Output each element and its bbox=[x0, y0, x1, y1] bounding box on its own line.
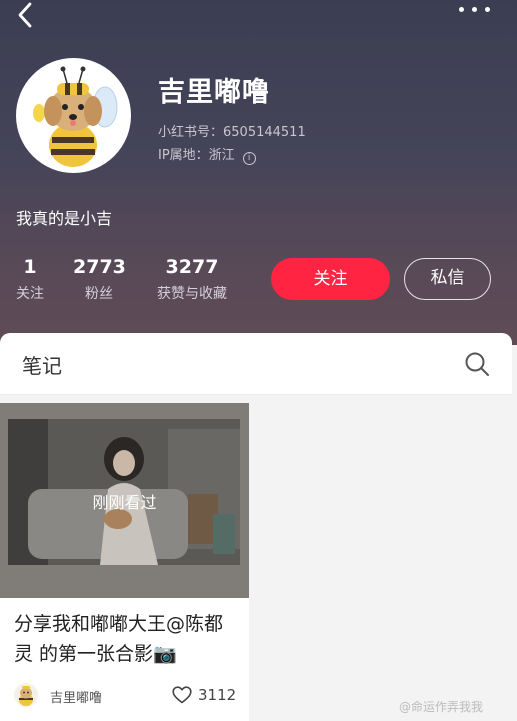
avatar[interactable] bbox=[16, 58, 131, 173]
stat-label: 关注 bbox=[16, 286, 44, 302]
author-name[interactable]: 吉里嘟噜 bbox=[50, 687, 102, 706]
stat-value: 2773 bbox=[73, 256, 126, 278]
info-icon[interactable]: i bbox=[242, 152, 256, 165]
message-button[interactable]: 私信 bbox=[404, 258, 491, 300]
stat-value: 3277 bbox=[165, 256, 219, 278]
tab-notes[interactable]: 笔记 bbox=[22, 350, 62, 379]
note-title[interactable]: 分享我和嘟嘟大王@陈都灵 的第一张合影📷 bbox=[14, 609, 240, 669]
tab-bar: 笔记 bbox=[0, 333, 512, 395]
ip-location: IP属地：浙江 i bbox=[158, 144, 256, 165]
profile-bio: 我真的是小吉 bbox=[16, 209, 113, 228]
profile-name: 吉里嘟噜 bbox=[158, 77, 270, 108]
stat-followers[interactable]: 2773 粉丝 bbox=[73, 256, 126, 303]
stat-value: 1 bbox=[23, 256, 37, 278]
note-cover[interactable]: 刚刚看过 bbox=[0, 403, 249, 598]
stat-likes-collects[interactable]: 3277 获赞与收藏 bbox=[150, 256, 234, 303]
author-avatar[interactable] bbox=[14, 683, 38, 707]
back-icon[interactable] bbox=[14, 2, 38, 28]
stat-label: 获赞与收藏 bbox=[157, 286, 227, 302]
note-footer: 吉里嘟噜 3112 bbox=[0, 679, 249, 715]
avatar-image bbox=[19, 61, 128, 170]
stat-label: 粉丝 bbox=[85, 286, 113, 302]
xhs-id: 小红书号：6505144511 bbox=[158, 125, 306, 140]
like-count: 3112 bbox=[198, 686, 237, 704]
stat-following[interactable]: 1 关注 bbox=[14, 256, 46, 303]
profile-header: 吉里嘟噜 小红书号：6505144511 IP属地：浙江 i 我真的是小吉 1 关… bbox=[0, 0, 517, 345]
note-card[interactable]: 刚刚看过 分享我和嘟嘟大王@陈都灵 的第一张合影📷 吉里嘟噜 3112 bbox=[0, 403, 249, 721]
watermark: @命运作弄我我 bbox=[399, 700, 484, 714]
ip-location-text: IP属地：浙江 bbox=[158, 148, 235, 163]
heart-icon[interactable] bbox=[172, 686, 192, 704]
search-icon[interactable] bbox=[464, 351, 490, 377]
more-icon[interactable] bbox=[457, 4, 493, 16]
recently-viewed-label: 刚刚看过 bbox=[92, 493, 157, 512]
follow-button[interactable]: 关注 bbox=[271, 258, 390, 300]
